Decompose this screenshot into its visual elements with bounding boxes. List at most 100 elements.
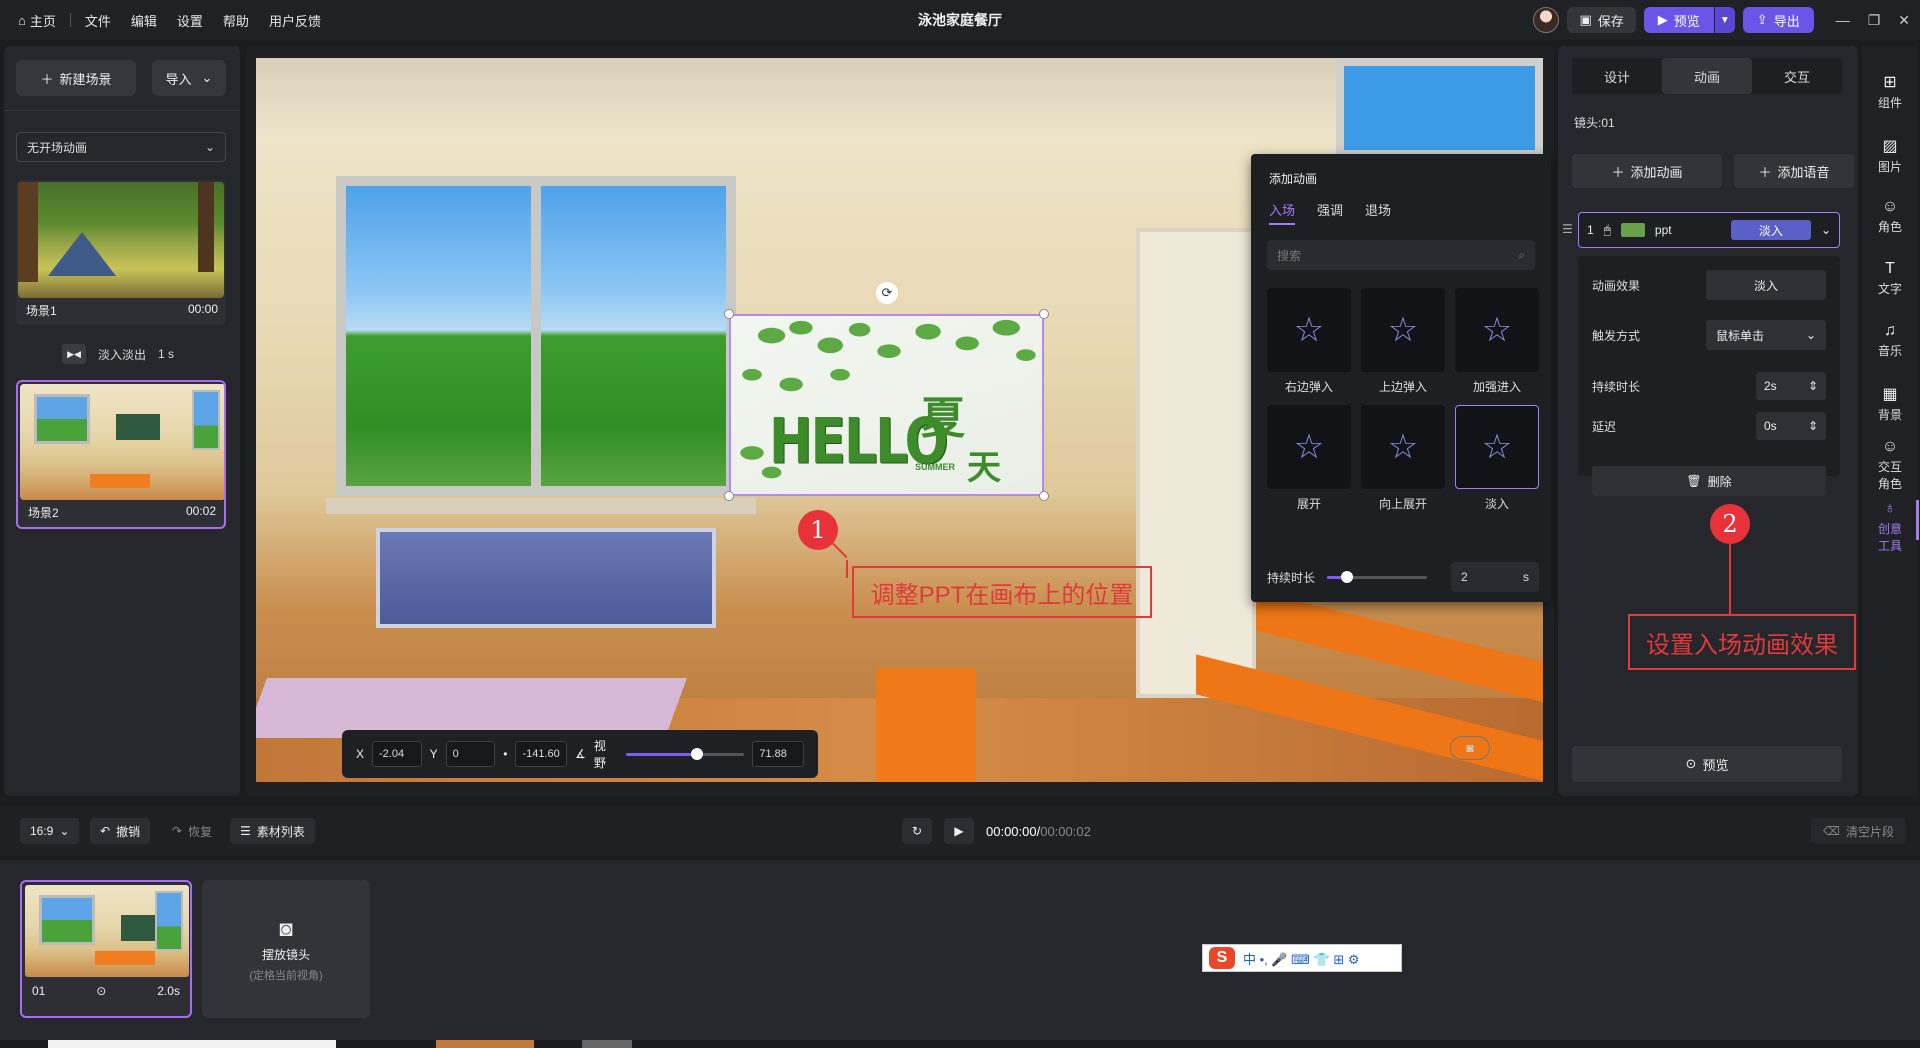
slider-knob[interactable] [1341,570,1354,583]
scene-card-1[interactable]: 场景1 00:00 [16,180,226,325]
tool-music[interactable]: ♫ 音乐 [1862,322,1918,359]
restore-icon[interactable]: ❐ [1868,12,1881,29]
stepper-icon[interactable]: ⇕ [1808,379,1818,393]
delete-animation-button[interactable]: 🗑 删除 [1592,466,1826,496]
save-button[interactable]: ▣ 保存 [1567,7,1636,33]
effect-item[interactable]: ☆ 上边弹入 [1361,288,1445,395]
preview-dropdown-button[interactable]: ▼ [1714,7,1735,33]
chevron-down-icon: ⌄ [59,824,70,838]
animation-search-input[interactable]: 搜索 ⌕ [1267,240,1535,270]
camera-snapshot-button[interactable]: ◙ [1450,736,1490,760]
scene-name: 场景2 [28,506,59,520]
timeline-clip[interactable]: 01 ⊙ 2.0s [20,880,192,1018]
scene-meta: 场景2 00:02 [18,502,224,527]
aspect-ratio-select[interactable]: 16:9 ⌄ [20,818,80,844]
undo-button[interactable]: ↶ 撤销 [90,818,151,844]
redo-button[interactable]: ↷ 恢复 [162,818,222,844]
tool-images[interactable]: ▨ 图片 [1862,136,1918,175]
effect-field[interactable]: 淡入 [1706,270,1826,300]
tool-text[interactable]: T 文字 [1862,260,1918,297]
scene-transition[interactable]: ▶◀ 淡入淡出 1 s [62,344,174,364]
preview-button[interactable]: ▶ 预览 [1643,7,1714,33]
grid-icon: ⊞ [1883,74,1897,91]
resize-handle-bl[interactable] [724,491,734,501]
chevron-down-icon[interactable]: ⌄ [1821,223,1831,237]
effect-item[interactable]: ☆ 右边弹入 [1267,288,1351,395]
tool-interactive-characters[interactable]: ☺ 交互角色 [1862,438,1918,492]
tool-characters[interactable]: ☺ 角色 [1862,198,1918,235]
add-animation-button[interactable]: ＋ 添加动画 [1572,154,1722,188]
resize-handle-tl[interactable] [724,309,734,319]
slider-knob[interactable] [690,747,703,760]
tab-enter[interactable]: 入场 [1269,200,1296,225]
tool-background[interactable]: ▦ 背景 [1862,384,1918,423]
trigger-select[interactable]: 鼠标单击 ⌄ [1706,320,1826,350]
ppt-summer-text: SUMMER [915,462,955,472]
scene-name: 场景1 [26,304,57,318]
active-indicator [1916,500,1919,540]
fov-input[interactable]: 71.88 [752,741,804,767]
clear-clips-button[interactable]: ⌫ 清空片段 [1811,818,1906,844]
menu-settings[interactable]: 设置 [167,7,213,33]
duration-stepper[interactable]: 2s ⇕ [1756,372,1826,400]
asset-list-button[interactable]: ☰ 素材列表 [230,818,315,844]
close-icon[interactable]: ✕ [1898,12,1910,29]
tab-emphasis[interactable]: 强调 [1317,200,1343,225]
slider-fill [625,752,697,756]
play-icon[interactable]: ▶ [944,818,974,844]
rotate-handle-icon[interactable]: ⟳ [876,282,898,304]
scene-panel: ＋ 新建场景 导入 ⌄ 无开场动画 ⌄ 场景1 00:00 ▶◀ 淡入淡出 1 … [4,46,240,796]
tab-animation[interactable]: 动画 [1662,58,1752,94]
asset-toolbar: ⊞ 组件 ▨ 图片 ☺ 角色 T 文字 ♫ 音乐 ▦ 背景 ☺ 交互角色 ♁ 创… [1862,46,1918,796]
effect-item[interactable]: ☆ 展开 [1267,405,1351,512]
duration-slider[interactable] [1327,570,1428,583]
effect-item[interactable]: ☆ 向上展开 [1361,405,1445,512]
add-voice-button[interactable]: ＋ 添加语音 [1734,154,1854,188]
tool-creative[interactable]: ♁ 创意工具 [1862,500,1918,554]
scene-meta: 场景1 00:00 [16,300,226,325]
playback-controls: ↻ ▶ 00:00:00/00:00:02 [902,818,1091,844]
stepper-icon[interactable]: ⇕ [1808,419,1818,433]
opening-animation-select[interactable]: 无开场动画 ⌄ [16,132,226,162]
fov-slider[interactable] [625,747,745,760]
x-input[interactable]: -2.04 [372,741,422,767]
resize-handle-br[interactable] [1039,491,1049,501]
menu-help[interactable]: 帮助 [213,7,259,33]
plus-icon: ＋ [1758,164,1772,180]
animation-list-item[interactable]: 1 🖱 ppt 淡入 ⌄ [1578,212,1840,248]
effect-item-selected[interactable]: ☆ 淡入 [1455,405,1539,512]
tool-components[interactable]: ⊞ 组件 [1862,72,1918,111]
add-animation-popup: 添加动画 入场 强调 退场 搜索 ⌕ ☆ 右边弹入 ☆ 上边弹入 ☆ 加强进入 … [1251,154,1551,602]
minimize-icon[interactable]: — [1836,12,1850,29]
menu-feedback[interactable]: 用户反馈 [259,7,331,33]
home-button[interactable]: ⌂ 主页 [8,7,66,33]
resize-handle-tr[interactable] [1039,309,1049,319]
scene-card-2[interactable]: 场景2 00:02 [16,380,226,529]
avatar[interactable] [1533,7,1560,33]
chevron-down-icon: ⌄ [201,70,213,85]
drag-handle-icon[interactable]: ☰ [1562,222,1573,236]
effect-item[interactable]: ☆ 加强进入 [1455,288,1539,395]
rotation-input[interactable]: -141.60 [515,741,568,767]
place-camera-button[interactable]: ◙ 摆放镜头 (定格当前视角) [202,880,370,1018]
play-circle-icon[interactable]: ⊙ [96,984,106,998]
animation-properties: 动画效果 淡入 触发方式 鼠标单击 ⌄ 持续时长 2s ⇕ 延迟 0s ⇕ [1578,256,1840,476]
tab-exit[interactable]: 退场 [1365,200,1391,225]
menu-edit[interactable]: 编辑 [121,7,167,33]
delay-stepper[interactable]: 0s ⇕ [1756,412,1826,440]
loop-icon[interactable]: ↻ [902,818,932,844]
tab-design[interactable]: 设计 [1572,58,1662,94]
tab-interaction[interactable]: 交互 [1752,58,1842,94]
new-scene-button[interactable]: ＋ 新建场景 [16,60,136,96]
menu-file[interactable]: 文件 [75,7,121,33]
effect-badge: 淡入 [1730,220,1811,240]
duration-input[interactable]: 2 s [1451,562,1540,592]
import-button[interactable]: 导入 ⌄ [152,60,226,96]
export-button[interactable]: ⇪ 导出 [1742,7,1814,33]
ppt-element[interactable]: HELLO 夏 天 SUMMER [729,314,1044,496]
y-label: Y [429,747,438,761]
y-input[interactable]: 0 [445,741,496,767]
animation-preview-button[interactable]: ⊙ 预览 [1572,746,1842,782]
ppt-xia-text: 夏 [921,394,965,443]
ime-toolbar[interactable]: S 中 •, 🎤 ⌨ 👕 ⊞ ⚙ [1202,944,1402,972]
